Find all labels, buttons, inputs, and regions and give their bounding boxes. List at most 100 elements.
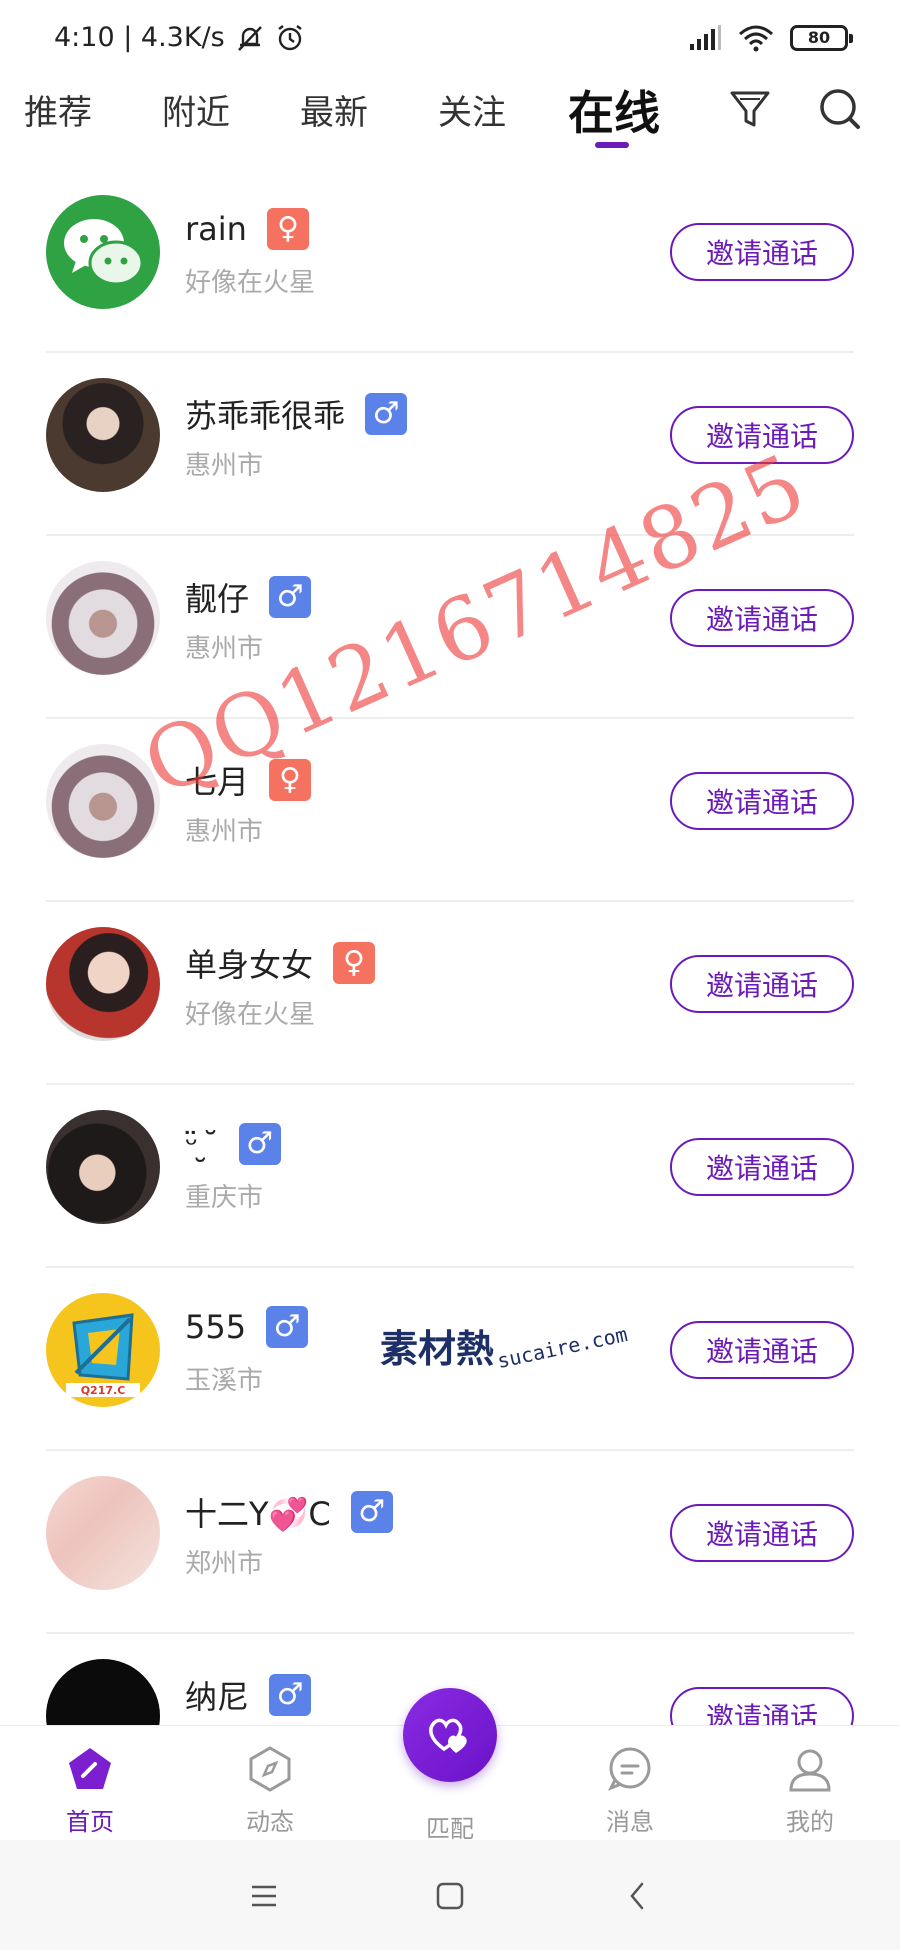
user-name: 苏乖乖很乖 (185, 397, 346, 435)
list-item[interactable]: 七月 ♀ 惠州市 邀请通话 (0, 719, 900, 902)
status-left: 4:10 | 4.3K/s (54, 22, 305, 53)
nav-profile[interactable]: 我的 (750, 1744, 870, 1837)
home-icon (69, 1748, 111, 1789)
tab-following[interactable]: 关注 (438, 85, 506, 134)
filter-icon[interactable] (726, 85, 774, 133)
user-location: 好像在火星 (185, 1000, 316, 1030)
status-time-speed: 4:10 | 4.3K/s (54, 22, 225, 53)
profile-icon (789, 1749, 831, 1792)
nav-home[interactable]: 首页 (30, 1744, 150, 1837)
user-name: ᵕ̈ ̮ ̆ (185, 1125, 219, 1163)
nav-label: 我的 (786, 1808, 834, 1836)
user-name: 纳尼 (185, 1678, 250, 1716)
wifi-icon (739, 25, 773, 51)
user-location: 重庆市 (185, 1183, 264, 1213)
avatar[interactable] (46, 927, 160, 1041)
female-icon: ♀ (269, 759, 312, 801)
list-item[interactable]: Q217.C 555 ♂ 玉溪市 邀请通话 (0, 1268, 900, 1451)
name-line: 纳尼 ♂ (185, 1672, 312, 1718)
nav-label: 消息 (606, 1808, 654, 1836)
tab-recommend[interactable]: 推荐 (24, 85, 92, 134)
tab-nearby[interactable]: 附近 (162, 85, 230, 134)
avatar[interactable] (46, 744, 160, 858)
list-item[interactable]: 单身女女 ♀ 好像在火星 邀请通话 (0, 902, 900, 1085)
male-icon: ♂ (350, 1491, 393, 1533)
user-location: 玉溪市 (185, 1366, 264, 1396)
user-location: 惠州市 (185, 451, 264, 481)
nav-label: 首页 (66, 1808, 114, 1836)
invite-call-button[interactable]: 邀请通话 (670, 955, 854, 1013)
user-name: rain (185, 210, 247, 248)
user-name: 七月 (185, 763, 250, 801)
invite-call-button[interactable]: 邀请通话 (670, 1504, 854, 1562)
chat-bubbles-icon (64, 219, 144, 286)
name-line: 单身女女 ♀ (185, 940, 376, 986)
nav-messages[interactable]: 消息 (570, 1744, 690, 1837)
message-icon (607, 1747, 651, 1791)
compass-icon (249, 1746, 291, 1792)
user-name: 555 (185, 1308, 247, 1346)
svg-text:Q217.C: Q217.C (81, 1384, 126, 1397)
hearts-icon (429, 1718, 467, 1753)
avatar[interactable] (46, 1659, 160, 1725)
nav-label: 动态 (246, 1808, 294, 1836)
tab-latest[interactable]: 最新 (300, 85, 368, 134)
avatar[interactable] (46, 1110, 160, 1224)
invite-call-button[interactable]: 邀请通话 (670, 589, 854, 647)
male-icon: ♂ (269, 1674, 312, 1716)
female-icon: ♀ (266, 208, 309, 250)
back-icon[interactable] (620, 1878, 656, 1914)
user-location: 郑州市 (185, 1549, 264, 1579)
home-square-icon[interactable] (432, 1878, 468, 1914)
nav-feed[interactable]: 动态 (210, 1744, 330, 1837)
invite-call-button[interactable]: 邀请通话 (670, 223, 854, 281)
name-line: 七月 ♀ (185, 757, 312, 803)
user-location: 好像在火星 (185, 268, 316, 298)
list-item[interactable]: 十二Y💞C ♂ 郑州市 邀请通话 (0, 1451, 900, 1634)
top-tabs: 推荐 附近 最新 关注 在线 (0, 75, 900, 155)
invite-call-button[interactable]: 邀请通话 (670, 406, 854, 464)
avatar[interactable] (46, 561, 160, 675)
avatar[interactable] (46, 195, 160, 309)
female-icon: ♀ (333, 942, 376, 984)
male-icon: ♂ (269, 576, 312, 618)
avatar[interactable] (46, 378, 160, 492)
bottom-nav: 首页 动态 匹配 消息 我的 (0, 1688, 900, 1843)
nav-label: 匹配 (426, 1815, 474, 1843)
user-name: 单身女女 (185, 946, 314, 984)
invite-call-button[interactable]: 邀请通话 (670, 772, 854, 830)
match-button[interactable] (403, 1688, 497, 1782)
invite-call-button[interactable]: 邀请通话 (670, 1321, 854, 1379)
menu-icon[interactable] (246, 1878, 282, 1914)
name-line: 苏乖乖很乖 ♂ (185, 391, 408, 437)
name-line: ᵕ̈ ̮ ̆ ♂ (185, 1123, 281, 1165)
list-item[interactable]: ᵕ̈ ̮ ̆ ♂ 重庆市 邀请通话 (0, 1085, 900, 1268)
male-icon: ♂ (238, 1123, 281, 1165)
invite-call-button[interactable]: 邀请通话 (670, 1138, 854, 1196)
signal-icon (690, 24, 721, 50)
battery-icon: 80 (790, 24, 853, 51)
name-line: 靓仔 ♂ (185, 574, 312, 620)
avatar[interactable] (46, 1476, 160, 1590)
list-item[interactable]: rain ♀ 好像在火星 邀请通话 (0, 170, 900, 353)
list-item[interactable]: 苏乖乖很乖 ♂ 惠州市 邀请通话 (0, 353, 900, 536)
user-name: 靓仔 (185, 580, 250, 618)
tab-indicator (595, 142, 629, 148)
user-location: 惠州市 (185, 634, 264, 664)
list-item[interactable]: 靓仔 ♂ 惠州市 邀请通话 (0, 536, 900, 719)
alarm-icon (277, 24, 302, 50)
user-name: 十二Y💞C (185, 1495, 331, 1533)
system-nav-bar (0, 1840, 900, 1950)
search-icon[interactable] (816, 85, 864, 133)
name-line: rain ♀ (185, 208, 309, 250)
status-bar: 4:10 | 4.3K/s 80 (0, 0, 900, 75)
mute-bell-icon (237, 25, 262, 51)
male-icon: ♂ (266, 1306, 309, 1348)
avatar[interactable]: Q217.C (46, 1293, 160, 1407)
invite-call-button[interactable]: 邀请通话 (670, 1687, 854, 1725)
status-right: 80 (688, 24, 853, 52)
name-line: 555 ♂ (185, 1306, 309, 1348)
online-user-list: rain ♀ 好像在火星 邀请通话 苏乖乖很乖 ♂ 惠州市 邀请通话 靓仔 ♂ … (0, 170, 900, 1725)
user-location: 惠州市 (185, 817, 264, 847)
tab-online[interactable]: 在线 (568, 77, 660, 143)
